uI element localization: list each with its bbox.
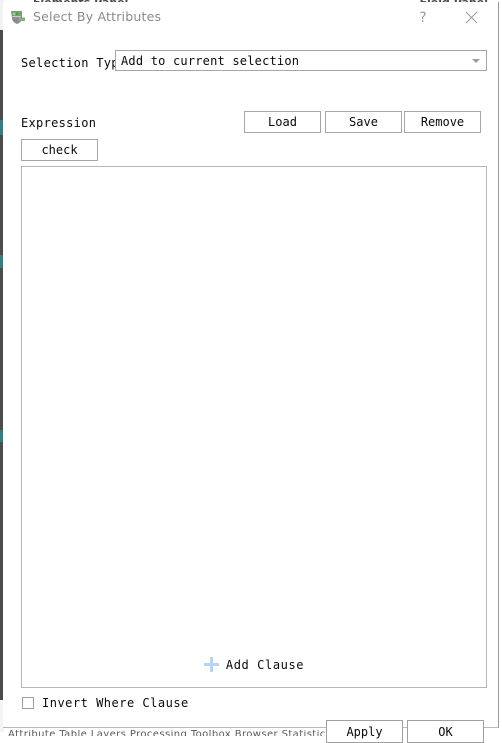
load-button-label: Load [268, 115, 297, 129]
save-button-label: Save [349, 115, 378, 129]
plus-icon [204, 657, 219, 672]
dialog-content: Selection Type Add to current selection … [3, 33, 498, 728]
invert-where-clause-label: Invert Where Clause [42, 696, 189, 710]
close-icon[interactable] [452, 2, 490, 33]
select-by-attributes-dialog: Select By Attributes ? Selection Type Ad… [3, 2, 499, 728]
dialog-title: Select By Attributes [33, 9, 161, 24]
selection-type-value: Add to current selection [121, 54, 299, 68]
remove-button[interactable]: Remove [404, 111, 481, 133]
selection-type-label: Selection Type [21, 56, 126, 70]
load-button[interactable]: Load [244, 111, 321, 133]
add-clause-label: Add Clause [226, 658, 304, 672]
check-button[interactable]: check [21, 139, 98, 161]
qgis-select-icon [9, 9, 27, 26]
invert-where-clause-row[interactable]: Invert Where Clause [22, 696, 189, 710]
background-bottom-panels-label: Attribute Table Layers Processing Toolbo… [8, 730, 331, 736]
expression-label: Expression [21, 116, 96, 130]
help-button[interactable]: ? [404, 2, 442, 33]
remove-button-label: Remove [421, 115, 464, 129]
save-button[interactable]: Save [325, 111, 402, 133]
check-button-label: check [41, 143, 77, 157]
invert-where-clause-checkbox[interactable] [22, 697, 34, 709]
chevron-down-icon [472, 59, 480, 63]
selection-type-dropdown[interactable]: Add to current selection [115, 50, 487, 71]
add-clause-button[interactable]: Add Clause [22, 657, 486, 672]
dialog-titlebar: Select By Attributes ? [3, 2, 498, 33]
expression-panel[interactable]: Add Clause [21, 166, 487, 688]
